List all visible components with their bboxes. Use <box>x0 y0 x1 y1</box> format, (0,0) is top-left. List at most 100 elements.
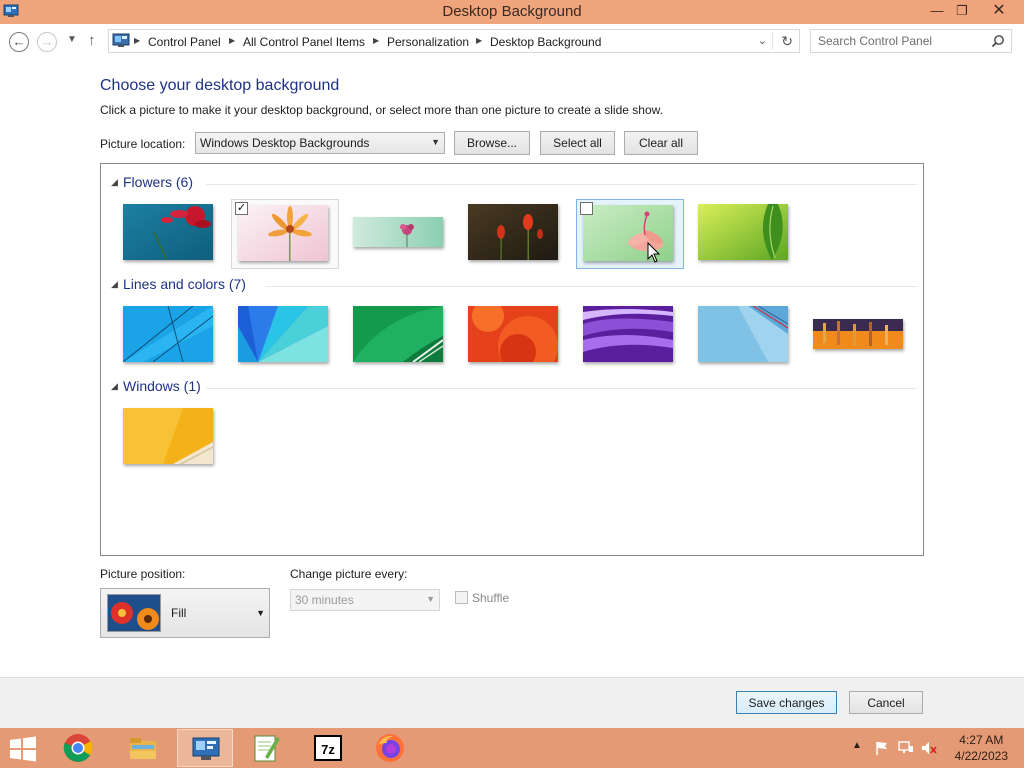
cancel-button[interactable]: Cancel <box>849 691 923 714</box>
taskbar-control-panel[interactable] <box>177 729 233 767</box>
shuffle-label: Shuffle <box>472 591 510 605</box>
window-title: Desktop Background <box>442 3 582 20</box>
wallpaper-thumbnail-hovered[interactable] <box>576 199 684 269</box>
chevron-down-icon: ▼ <box>256 608 265 618</box>
taskbar-chrome[interactable] <box>50 729 106 767</box>
picture-location-select[interactable]: Windows Desktop Backgrounds ▼ <box>195 132 445 154</box>
search-box[interactable] <box>810 29 1012 53</box>
volume-muted-icon[interactable] <box>921 740 937 756</box>
wallpaper-checkbox[interactable] <box>580 202 593 215</box>
group-header-lines-and-colors[interactable]: ◢ Lines and colors (7) <box>111 276 917 296</box>
thumbnail-image <box>123 306 213 362</box>
chevron-down-icon: ▼ <box>431 137 440 147</box>
thumbnail-image <box>468 306 558 362</box>
chrome-icon <box>63 734 93 762</box>
group-header-flowers[interactable]: ◢ Flowers (6) <box>111 174 917 194</box>
collapse-triangle-icon[interactable]: ◢ <box>111 279 118 290</box>
search-icon[interactable] <box>991 34 1005 48</box>
thumbnail-image <box>353 217 443 247</box>
dialog-footer: Save changes Cancel <box>0 677 1024 728</box>
thumbnail-image <box>123 204 213 260</box>
thumbnail-image <box>238 306 328 362</box>
breadcrumb-desktop-background[interactable]: Desktop Background <box>490 35 601 49</box>
recent-locations-chevron-icon[interactable]: ▼ <box>67 34 77 45</box>
taskbar: 7z ▲ 4:27 AM 4/22/2023 <box>0 728 1024 768</box>
breadcrumb-personalization[interactable]: Personalization <box>387 35 469 49</box>
address-divider <box>772 32 773 50</box>
control-panel-icon <box>112 33 130 47</box>
group-header-windows[interactable]: ◢ Windows (1) <box>111 378 917 398</box>
address-bar[interactable]: ▶ Control Panel ▶ All Control Panel Item… <box>108 29 800 53</box>
title-bar: Desktop Background — ❐ ✕ <box>0 0 1024 24</box>
wallpaper-thumbnail[interactable] <box>216 299 328 369</box>
wallpaper-thumbnail[interactable] <box>561 299 673 369</box>
change-picture-interval-value: 30 minutes <box>295 593 354 607</box>
7zip-icon: 7z <box>314 735 342 761</box>
taskbar-file-explorer[interactable] <box>115 729 171 767</box>
select-all-button[interactable]: Select all <box>540 131 615 155</box>
wallpaper-thumbnail[interactable] <box>101 401 213 471</box>
breadcrumb-control-panel[interactable]: Control Panel <box>148 35 221 49</box>
wallpaper-thumbnail[interactable] <box>791 299 903 369</box>
change-picture-interval-select[interactable]: 30 minutes ▼ <box>290 589 440 611</box>
breadcrumb-separator-icon: ▶ <box>134 36 141 45</box>
page-description: Click a picture to make it your desktop … <box>100 103 663 117</box>
up-arrow-icon[interactable]: ↑ <box>88 32 96 49</box>
thumbnail-image <box>813 319 903 349</box>
notepad-plus-plus-icon <box>254 735 280 762</box>
close-button[interactable]: ✕ <box>981 0 1017 22</box>
firefox-icon <box>376 734 404 762</box>
system-clock[interactable]: 4:27 AM 4/22/2023 <box>955 732 1008 764</box>
thumbnail-image <box>238 205 328 261</box>
action-center-flag-icon[interactable] <box>874 740 890 756</box>
wallpaper-thumbnail[interactable] <box>676 299 788 369</box>
wallpaper-thumbnail[interactable] <box>331 197 443 267</box>
position-preview-image <box>107 594 161 632</box>
breadcrumb-all-control-panel-items[interactable]: All Control Panel Items <box>243 35 365 49</box>
wallpaper-thumbnail[interactable] <box>101 197 213 267</box>
show-hidden-icons-chevron-icon[interactable]: ▲ <box>852 740 868 756</box>
thumbnail-image <box>698 204 788 260</box>
breadcrumb-separator-icon: ▶ <box>229 36 236 45</box>
restore-button[interactable]: ❐ <box>947 0 977 22</box>
wallpaper-thumbnail[interactable] <box>446 197 558 267</box>
picture-gallery[interactable]: ◢ Flowers (6) ✓ ◢ Lines and colors (7) ◢… <box>100 163 924 556</box>
7zip-icon-text: 7z <box>321 742 335 757</box>
taskbar-7zip[interactable]: 7z <box>300 729 356 767</box>
browse-button[interactable]: Browse... <box>454 131 530 155</box>
thumbnail-image <box>583 306 673 362</box>
picture-position-value: Fill <box>171 606 187 620</box>
picture-position-select[interactable]: Fill ▼ <box>100 588 270 638</box>
thumbnail-image <box>468 204 558 260</box>
wallpaper-thumbnail[interactable] <box>676 197 788 267</box>
address-dropdown-chevron-icon[interactable]: ⌄ <box>758 34 767 47</box>
control-panel-icon <box>192 737 220 760</box>
chevron-down-icon: ▼ <box>426 594 435 604</box>
wallpaper-thumbnail[interactable] <box>331 299 443 369</box>
group-divider <box>206 388 917 389</box>
network-icon[interactable] <box>898 740 914 756</box>
thumbnail-image <box>698 306 788 362</box>
checkbox-box[interactable] <box>455 591 468 604</box>
back-button[interactable]: ← <box>9 32 29 52</box>
clock-time: 4:27 AM <box>959 733 1004 747</box>
taskbar-notepad-plus-plus[interactable] <box>238 729 294 767</box>
page-title: Choose your desktop background <box>100 77 340 94</box>
forward-button[interactable]: → <box>37 32 57 52</box>
navigation-bar: ← → ▼ ↑ ▶ Control Panel ▶ All Control Pa… <box>0 24 1024 58</box>
refresh-icon[interactable]: ↻ <box>781 33 793 50</box>
clear-all-button[interactable]: Clear all <box>624 131 698 155</box>
picture-position-label: Picture position: <box>100 567 186 581</box>
wallpaper-thumbnail-selected[interactable]: ✓ <box>231 199 339 269</box>
wallpaper-thumbnail[interactable] <box>101 299 213 369</box>
shuffle-checkbox[interactable]: Shuffle <box>455 591 509 605</box>
collapse-triangle-icon[interactable]: ◢ <box>111 381 118 392</box>
wallpaper-thumbnail[interactable] <box>446 299 558 369</box>
group-name: Lines and colors (7) <box>123 276 246 292</box>
start-button-windows-icon[interactable] <box>8 736 38 762</box>
save-changes-button[interactable]: Save changes <box>736 691 837 714</box>
search-input[interactable] <box>818 34 988 48</box>
taskbar-firefox[interactable] <box>362 729 418 767</box>
collapse-triangle-icon[interactable]: ◢ <box>111 177 118 188</box>
wallpaper-checkbox[interactable]: ✓ <box>235 202 248 215</box>
